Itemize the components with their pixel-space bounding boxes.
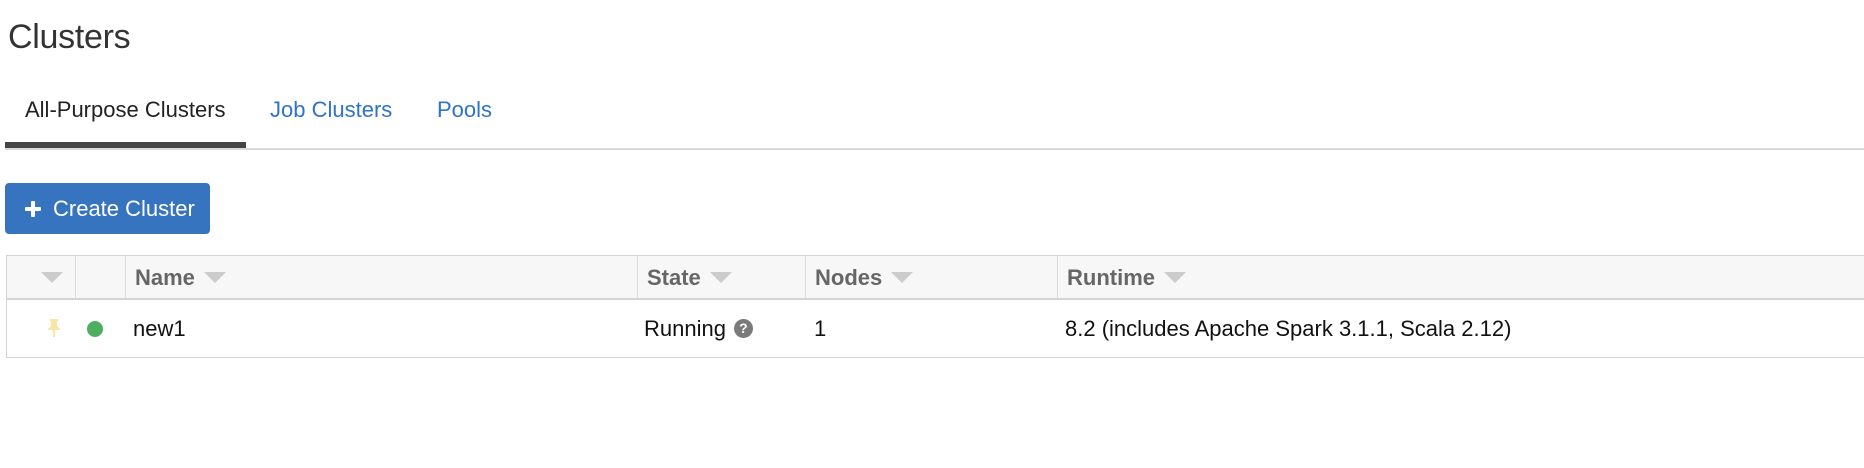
- sort-caret-icon: [1164, 271, 1186, 283]
- cluster-name-link[interactable]: new1: [133, 300, 186, 358]
- column-header-nodes[interactable]: Nodes: [806, 256, 1058, 298]
- column-header-pin[interactable]: [7, 256, 76, 298]
- tab-all-purpose-clusters[interactable]: All-Purpose Clusters: [5, 92, 246, 148]
- page-title: Clusters: [8, 18, 131, 56]
- sort-caret-icon: [709, 271, 732, 283]
- column-nodes-label: Nodes: [815, 265, 883, 290]
- cluster-state: Running?: [644, 300, 753, 358]
- sort-caret-icon: [203, 271, 226, 283]
- sort-caret-icon: [41, 271, 63, 283]
- cluster-runtime: 8.2 (includes Apache Spark 3.1.1, Scala …: [1065, 316, 1512, 341]
- pin-icon[interactable]: [47, 318, 61, 338]
- column-state-label: State: [647, 265, 701, 290]
- plus-icon: [25, 201, 41, 217]
- column-header-status: [76, 256, 126, 298]
- status-running-icon: [87, 321, 103, 337]
- help-icon[interactable]: ?: [733, 318, 753, 338]
- cluster-nodes: 1: [814, 316, 827, 341]
- column-header-name[interactable]: Name: [126, 256, 638, 298]
- column-header-state[interactable]: State: [638, 256, 806, 298]
- column-runtime-label: Runtime: [1067, 265, 1155, 290]
- tab-pools[interactable]: Pools: [417, 92, 512, 146]
- create-cluster-button[interactable]: Create Cluster: [5, 183, 210, 234]
- create-cluster-label: Create Cluster: [53, 196, 195, 221]
- table-header: Name State Nodes Runtime: [7, 256, 1864, 300]
- cluster-state-text: Running: [644, 316, 726, 341]
- column-name-label: Name: [135, 265, 195, 290]
- table-row[interactable]: new1 Running? 1 8.2 (includes Apache Spa…: [7, 300, 1864, 358]
- column-header-runtime[interactable]: Runtime: [1058, 256, 1864, 298]
- clusters-table: Name State Nodes Runtime new1 Running? 1…: [6, 255, 1864, 358]
- sort-caret-icon: [891, 271, 914, 283]
- tab-job-clusters[interactable]: Job Clusters: [250, 92, 412, 146]
- cluster-tabs: All-Purpose Clusters Job Clusters Pools: [5, 92, 1864, 150]
